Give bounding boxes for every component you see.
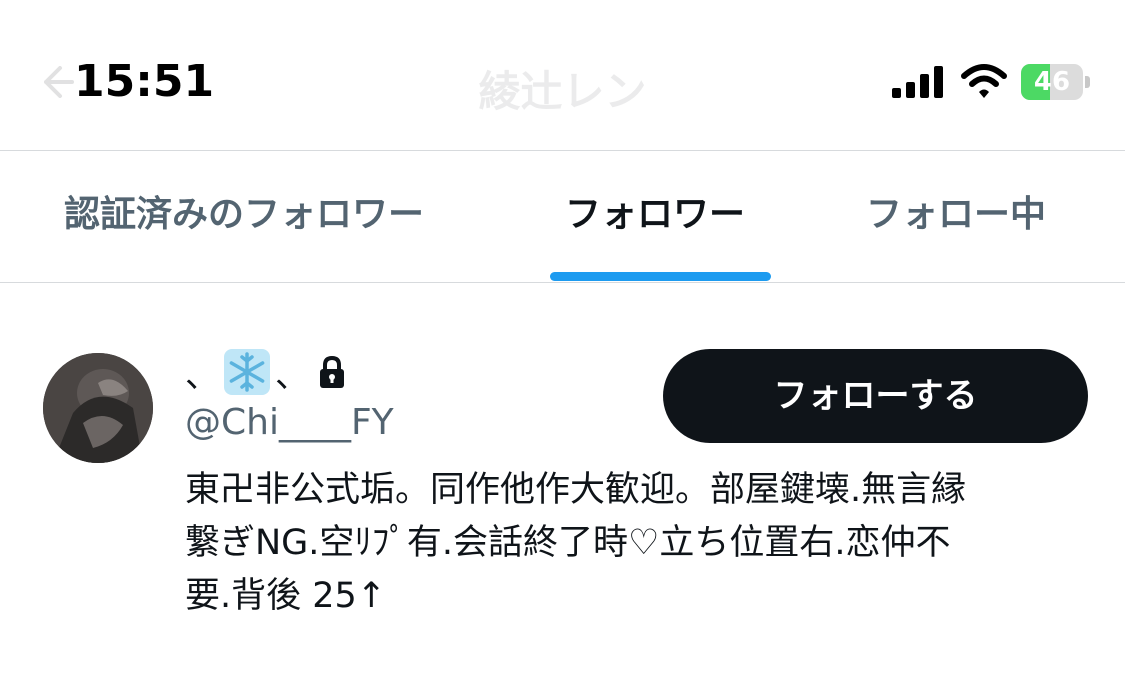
wifi-icon [961, 64, 1007, 98]
active-tab-indicator [550, 272, 771, 281]
tab-followers[interactable]: フォロワー [565, 151, 745, 282]
tab-verified-followers[interactable]: 認証済みのフォロワー [64, 151, 424, 282]
cellular-signal-icon [892, 66, 943, 98]
snowflake-icon [224, 349, 270, 395]
lock-icon [320, 355, 344, 388]
battery-indicator: 46 [1021, 64, 1091, 100]
user-bio: 東卍非公式垢。同作他作大歓迎。部屋鍵壊.無言縁 繋ぎNG.空ﾘﾌﾟ有.会話終了時… [185, 464, 1085, 623]
bio-line: 繋ぎNG.空ﾘﾌﾟ有.会話終了時♡立ち位置右.恋仲不 [185, 523, 951, 563]
status-bar: 綾辻レン 15:51 46 [0, 0, 1125, 150]
battery-percent: 46 [1033, 67, 1071, 97]
avatar[interactable] [43, 353, 153, 463]
follow-button[interactable]: フォローする [663, 349, 1088, 443]
bio-line: 東卍非公式垢。同作他作大歓迎。部屋鍵壊.無言縁 [185, 470, 967, 510]
bio-line: 要.背後 25↑ [185, 576, 387, 616]
name-prefix: 、 [185, 355, 219, 396]
tabs-divider [0, 282, 1125, 283]
display-name[interactable]: 、 、 [185, 349, 347, 396]
name-suffix: 、 [275, 355, 309, 396]
user-handle[interactable]: @Chi____FY [185, 402, 394, 443]
tab-following[interactable]: フォロー中 [866, 151, 1046, 282]
tab-bar: 認証済みのフォロワー フォロワー フォロー中 [0, 151, 1125, 282]
status-time: 15:51 [74, 56, 215, 107]
